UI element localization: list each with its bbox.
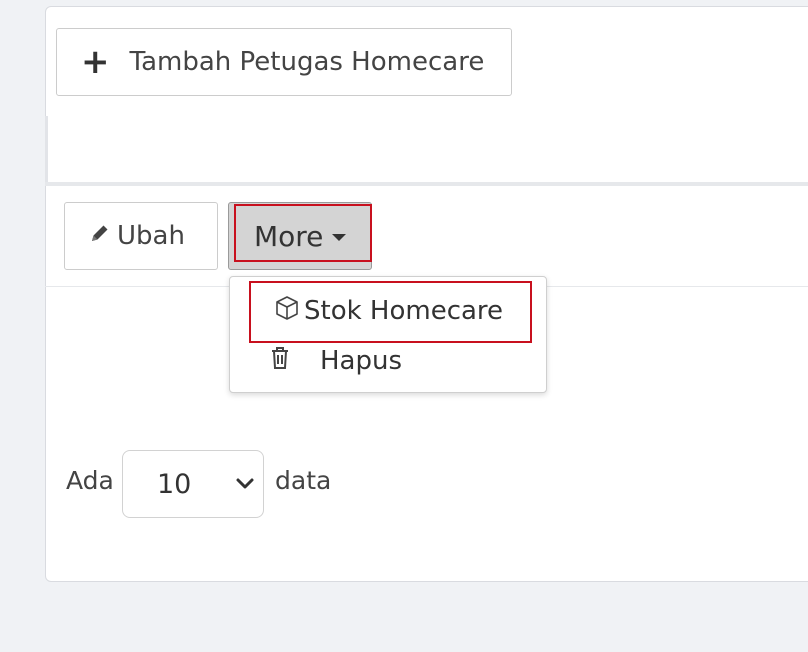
menu-item-label: Hapus xyxy=(320,346,403,376)
menu-item-stok-homecare[interactable]: Stok Homecare xyxy=(274,293,503,329)
menu-item-hapus[interactable]: Hapus xyxy=(268,343,402,379)
add-officer-label: Tambah Petugas Homecare xyxy=(129,47,485,77)
add-officer-button[interactable]: + Tambah Petugas Homecare xyxy=(56,28,512,96)
more-dropdown-button[interactable]: More xyxy=(228,202,372,270)
caret-down-icon xyxy=(332,233,347,241)
pencil-icon xyxy=(89,221,117,251)
edit-button[interactable]: Ubah xyxy=(64,202,218,270)
page-size-prefix: Ada xyxy=(66,466,114,495)
page-size-select[interactable]: 10 xyxy=(122,450,264,518)
more-label: More xyxy=(254,219,324,253)
page-size-value: 10 xyxy=(157,468,192,500)
trash-icon xyxy=(268,345,292,378)
cube-icon xyxy=(274,295,300,328)
menu-item-label: Stok Homecare xyxy=(304,296,504,326)
more-dropdown-menu: Stok Homecare Hapus xyxy=(229,276,547,393)
vertical-divider xyxy=(45,116,48,184)
page-size-suffix: data xyxy=(275,466,332,495)
plus-icon: + xyxy=(81,42,110,82)
section-divider xyxy=(45,182,808,186)
edit-label: Ubah xyxy=(117,221,185,251)
